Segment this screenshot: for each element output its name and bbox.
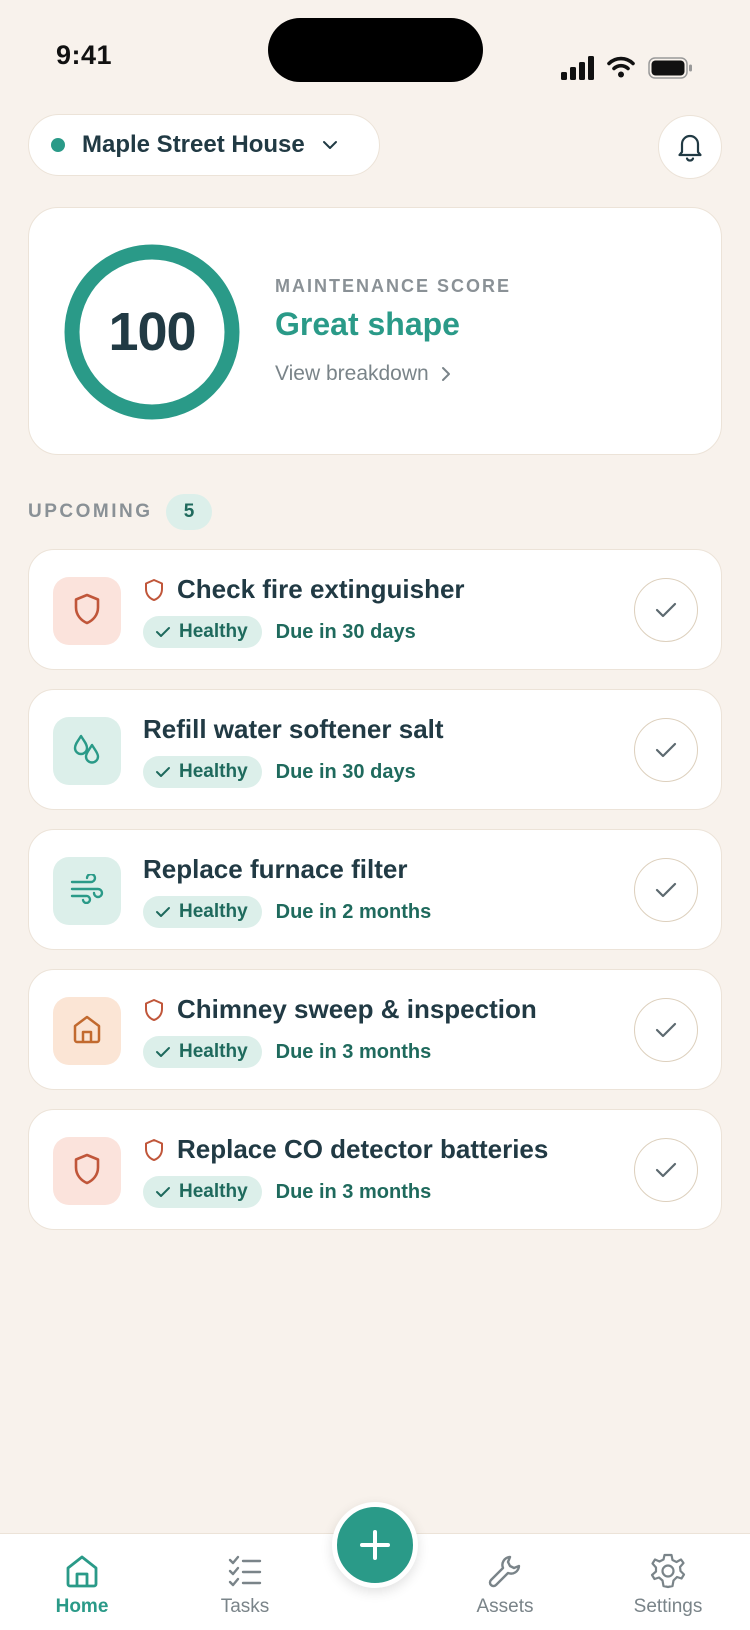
check-icon bbox=[156, 627, 170, 637]
task-title: Chimney sweep & inspection bbox=[177, 994, 537, 1024]
task-title: Replace CO detector batteries bbox=[177, 1134, 549, 1164]
add-task-button[interactable] bbox=[332, 1502, 418, 1588]
due-text: Due in 2 months bbox=[275, 900, 432, 923]
task-card[interactable]: Chimney sweep & inspection Healthy Due i… bbox=[28, 969, 722, 1090]
task-meta: Healthy Due in 3 months bbox=[143, 1036, 431, 1068]
task-category-icon bbox=[53, 857, 121, 925]
maintenance-score-card: 100 MAINTENANCE SCORE Great shape View b… bbox=[28, 207, 722, 455]
notifications-button[interactable] bbox=[658, 115, 722, 179]
task-category-icon bbox=[53, 1137, 121, 1205]
upcoming-count-badge: 5 bbox=[166, 494, 212, 530]
nav-tasks-label: Tasks bbox=[220, 1596, 270, 1617]
checklist-icon bbox=[228, 1555, 262, 1587]
task-title: Replace furnace filter bbox=[143, 854, 408, 884]
safety-shield-icon bbox=[145, 998, 163, 1021]
nav-home[interactable]: Home bbox=[22, 1552, 142, 1618]
wind-icon bbox=[69, 872, 105, 909]
task-meta: Healthy Due in 2 months bbox=[143, 896, 431, 928]
complete-task-button[interactable] bbox=[634, 998, 698, 1062]
view-breakdown-link[interactable]: View breakdown bbox=[275, 362, 451, 386]
due-text: Due in 3 months bbox=[275, 1040, 432, 1063]
nav-tasks[interactable]: Tasks bbox=[185, 1552, 305, 1618]
health-label: Healthy bbox=[179, 1041, 248, 1062]
chevron-right-icon bbox=[441, 367, 450, 381]
house-icon bbox=[66, 1555, 98, 1588]
task-title: Refill water softener salt bbox=[143, 714, 444, 744]
health-badge: Healthy bbox=[143, 616, 262, 648]
shield-icon bbox=[72, 1152, 102, 1191]
check-icon bbox=[655, 742, 677, 758]
task-title-row: Replace CO detector batteries bbox=[143, 1134, 548, 1165]
task-category-icon bbox=[53, 577, 121, 645]
health-label: Healthy bbox=[179, 621, 248, 642]
safety-shield-icon bbox=[145, 1138, 163, 1161]
safety-shield-icon bbox=[145, 578, 163, 601]
nav-settings[interactable]: Settings bbox=[608, 1552, 728, 1618]
view-breakdown-label: View breakdown bbox=[275, 362, 429, 385]
task-card[interactable]: Check fire extinguisher Healthy Due in 3… bbox=[28, 549, 722, 670]
plus-icon bbox=[360, 1530, 390, 1560]
check-icon bbox=[655, 602, 677, 618]
nav-assets-label: Assets bbox=[476, 1596, 534, 1617]
check-icon bbox=[655, 1162, 677, 1178]
complete-task-button[interactable] bbox=[634, 858, 698, 922]
health-label: Healthy bbox=[179, 1181, 248, 1202]
shield-icon bbox=[72, 592, 102, 631]
task-category-icon bbox=[53, 997, 121, 1065]
task-card[interactable]: Replace furnace filter Healthy Due in 2 … bbox=[28, 829, 722, 950]
task-card[interactable]: Replace CO detector batteries Healthy Du… bbox=[28, 1109, 722, 1230]
score-status: Great shape bbox=[275, 306, 460, 342]
bell-icon bbox=[678, 134, 702, 162]
check-icon bbox=[655, 882, 677, 898]
status-bar: 9:41 bbox=[0, 0, 750, 110]
nav-home-label: Home bbox=[55, 1596, 109, 1617]
complete-task-button[interactable] bbox=[634, 578, 698, 642]
check-icon bbox=[156, 1187, 170, 1197]
cellular-signal-icon bbox=[561, 56, 594, 80]
due-text: Due in 3 months bbox=[275, 1180, 432, 1203]
check-icon bbox=[655, 1022, 677, 1038]
score-label: MAINTENANCE SCORE bbox=[275, 276, 512, 296]
wifi-icon bbox=[607, 56, 635, 78]
droplets-icon bbox=[70, 732, 104, 771]
nav-assets[interactable]: Assets bbox=[445, 1552, 565, 1618]
health-badge: Healthy bbox=[143, 1036, 262, 1068]
status-time: 9:41 bbox=[56, 40, 113, 70]
task-meta: Healthy Due in 30 days bbox=[143, 756, 416, 788]
dynamic-island bbox=[268, 18, 483, 82]
task-title-row: Chimney sweep & inspection bbox=[143, 994, 537, 1025]
upcoming-section-title: UPCOMING bbox=[28, 501, 153, 522]
task-meta: Healthy Due in 3 months bbox=[143, 1176, 431, 1208]
nav-settings-label: Settings bbox=[633, 1596, 703, 1617]
health-label: Healthy bbox=[179, 761, 248, 782]
wrench-icon bbox=[488, 1555, 521, 1588]
battery-icon bbox=[648, 57, 692, 79]
home-status-dot bbox=[51, 138, 65, 152]
check-icon bbox=[156, 907, 170, 917]
complete-task-button[interactable] bbox=[634, 718, 698, 782]
gear-icon bbox=[650, 1553, 686, 1589]
due-text: Due in 30 days bbox=[275, 760, 416, 783]
due-text: Due in 30 days bbox=[275, 620, 416, 643]
health-badge: Healthy bbox=[143, 1176, 262, 1208]
health-label: Healthy bbox=[179, 901, 248, 922]
task-title-row: Check fire extinguisher bbox=[143, 574, 465, 605]
task-title-row: Replace furnace filter bbox=[143, 854, 407, 885]
task-title: Check fire extinguisher bbox=[177, 574, 465, 604]
health-badge: Healthy bbox=[143, 896, 262, 928]
house-icon bbox=[71, 1013, 103, 1050]
check-icon bbox=[156, 767, 170, 777]
home-name: Maple Street House bbox=[82, 131, 305, 158]
task-card[interactable]: Refill water softener salt Healthy Due i… bbox=[28, 689, 722, 810]
complete-task-button[interactable] bbox=[634, 1138, 698, 1202]
task-category-icon bbox=[53, 717, 121, 785]
task-title-row: Refill water softener salt bbox=[143, 714, 444, 745]
chevron-down-icon bbox=[322, 141, 337, 149]
score-value: 100 bbox=[108, 302, 196, 362]
task-meta: Healthy Due in 30 days bbox=[143, 616, 416, 648]
health-badge: Healthy bbox=[143, 756, 262, 788]
check-icon bbox=[156, 1047, 170, 1057]
home-selector[interactable]: Maple Street House bbox=[28, 114, 380, 176]
